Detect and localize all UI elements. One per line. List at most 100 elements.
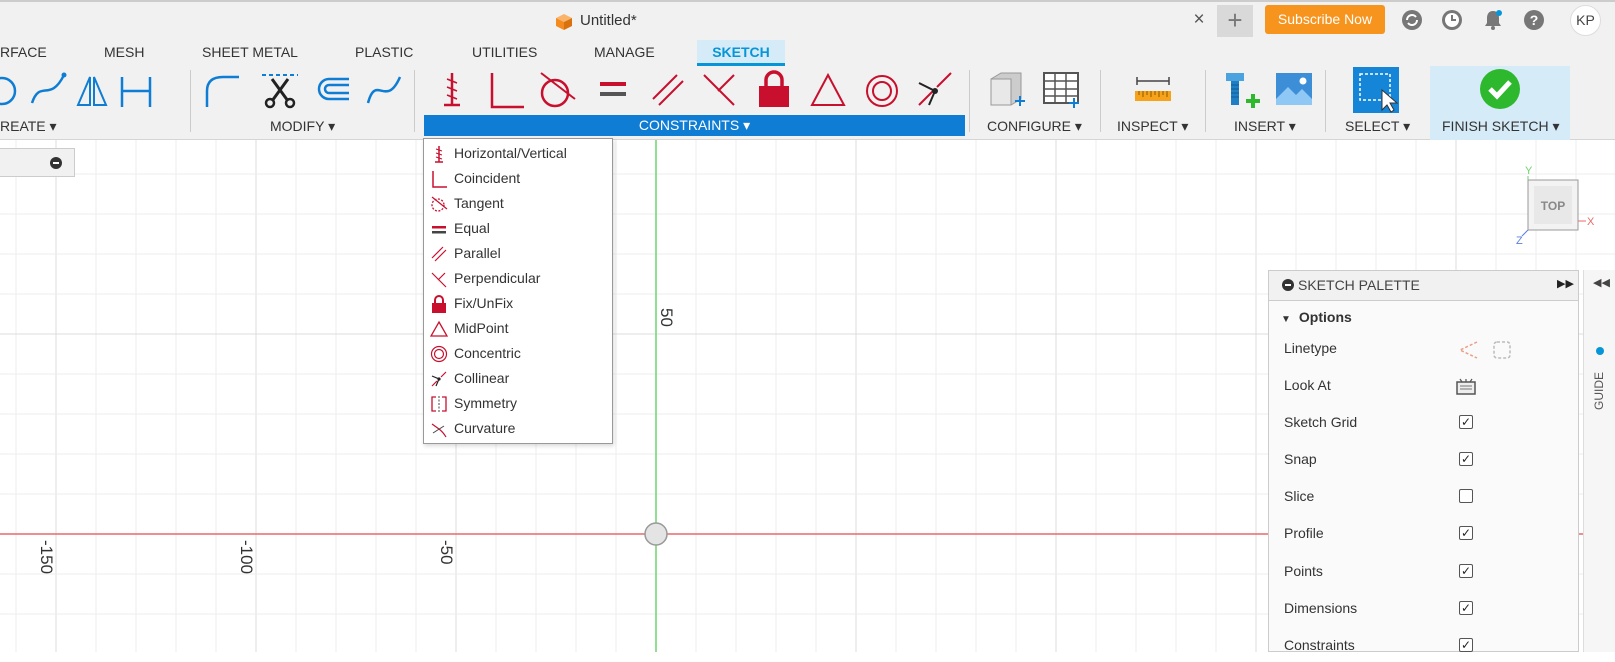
create-group-label[interactable]: REATE ▾	[0, 118, 57, 135]
menu-item-equal[interactable]: Equal	[424, 216, 612, 241]
view-cube[interactable]: Y TOP X Z	[1510, 162, 1605, 247]
guide-tab-label[interactable]: GUIDE	[1592, 372, 1606, 410]
new-tab-button[interactable]: +	[1217, 5, 1253, 37]
menu-item-concentric[interactable]: Concentric	[424, 341, 612, 366]
inspect-group-label[interactable]: INSPECT ▾	[1117, 118, 1188, 135]
sketch-palette-header[interactable]: SKETCH PALETTE ▶▶	[1269, 271, 1578, 301]
tab-sheet-metal[interactable]: SHEET METAL	[202, 44, 298, 60]
horizontal-vertical-icon[interactable]	[432, 69, 472, 109]
points-checkbox[interactable]: ✓	[1459, 564, 1473, 578]
trim-scissors-icon[interactable]	[260, 69, 300, 109]
dimension-tool-icon[interactable]	[116, 69, 156, 109]
option-label: Profile	[1284, 525, 1324, 541]
perpendicular-icon[interactable]	[700, 69, 740, 109]
option-label: Dimensions	[1284, 600, 1358, 616]
parallel-icon	[431, 246, 447, 262]
profile-checkbox[interactable]: ✓	[1459, 526, 1473, 540]
palette-expand-icon[interactable]: ▶▶	[1557, 277, 1574, 290]
select-group-label[interactable]: SELECT ▾	[1345, 118, 1410, 135]
collinear-icon[interactable]	[915, 69, 955, 109]
tab-manage[interactable]: MANAGE	[594, 44, 655, 60]
menu-item-label: Fix/UnFix	[454, 295, 514, 311]
notifications-bell-icon[interactable]	[1482, 9, 1504, 31]
ribbon-separator	[1325, 70, 1326, 132]
menu-item-curvature[interactable]: Curvature	[424, 416, 612, 441]
dimensions-checkbox[interactable]: ✓	[1459, 601, 1473, 615]
menu-item-parallel[interactable]: Parallel	[424, 241, 612, 266]
equal-icon[interactable]	[594, 69, 634, 109]
option-row-profile: Profile ✓	[1269, 518, 1578, 550]
help-icon[interactable]: ?	[1523, 9, 1545, 31]
configuration-table-icon[interactable]	[1041, 69, 1081, 109]
construction-linetype-icon[interactable]	[1457, 339, 1479, 361]
tab-utilities[interactable]: UTILITIES	[472, 44, 537, 60]
modify-group-label[interactable]: MODIFY ▾	[270, 118, 335, 135]
close-tab-icon[interactable]: ×	[1188, 9, 1210, 31]
concentric-icon[interactable]	[862, 69, 902, 109]
option-label: Snap	[1284, 451, 1317, 467]
finish-sketch-button[interactable]: FINISH SKETCH ▾	[1430, 66, 1570, 140]
ribbon-separator	[1205, 70, 1206, 132]
insert-canvas-image-icon[interactable]	[1274, 69, 1314, 109]
viewcube-face-label: TOP	[1541, 199, 1565, 213]
tab-sketch[interactable]: SKETCH	[697, 40, 785, 66]
axis-label-x-minus-50: -50	[437, 540, 456, 565]
menu-item-symmetry[interactable]: Symmetry	[424, 391, 612, 416]
sketch-grid-checkbox[interactable]: ✓	[1459, 415, 1473, 429]
constraints-group-button[interactable]: CONSTRAINTS ▾	[424, 115, 965, 136]
document-tab[interactable]: Untitled* ×	[0, 2, 1212, 40]
spline-tool-icon[interactable]	[28, 69, 68, 109]
configure-model-icon[interactable]	[987, 69, 1027, 109]
fillet-tool-icon[interactable]	[203, 69, 243, 109]
palette-minimize-icon[interactable]	[1282, 279, 1294, 291]
midpoint-icon[interactable]	[808, 69, 848, 109]
menu-item-label: Equal	[454, 220, 490, 236]
subscribe-button[interactable]: Subscribe Now	[1265, 5, 1385, 34]
constraints-checkbox[interactable]: ✓	[1459, 638, 1473, 652]
tab-mesh[interactable]: MESH	[104, 44, 144, 60]
window-select-icon[interactable]	[1352, 66, 1400, 114]
insert-group-label[interactable]: INSERT ▾	[1234, 118, 1296, 135]
menu-item-collinear[interactable]: Collinear	[424, 366, 612, 391]
option-row-slice: Slice	[1269, 481, 1578, 513]
user-avatar[interactable]: KP	[1570, 5, 1601, 36]
menu-item-label: Concentric	[454, 345, 521, 361]
snap-checkbox[interactable]: ✓	[1459, 452, 1473, 466]
clock-icon[interactable]	[1441, 9, 1463, 31]
parallel-icon[interactable]	[647, 69, 687, 109]
collapse-left-icon[interactable]: ◀◀	[1593, 276, 1610, 289]
option-row-dimensions: Dimensions ✓	[1269, 593, 1578, 625]
extend-curve-icon[interactable]	[364, 69, 404, 109]
option-row-look-at: Look At	[1269, 370, 1578, 402]
menu-item-tangent[interactable]: Tangent	[424, 191, 612, 216]
sync-icon[interactable]	[1401, 9, 1423, 31]
menu-item-perpendicular[interactable]: Perpendicular	[424, 266, 612, 291]
coincident-icon[interactable]	[486, 69, 526, 109]
origin-point[interactable]	[644, 522, 668, 546]
options-section-header[interactable]: ▼ Options	[1281, 309, 1352, 325]
fix-lock-icon[interactable]	[754, 69, 794, 109]
menu-item-midpoint[interactable]: MidPoint	[424, 316, 612, 341]
look-at-icon[interactable]	[1456, 378, 1476, 396]
slice-checkbox[interactable]	[1459, 489, 1473, 503]
menu-item-label: Parallel	[454, 245, 501, 261]
mirror-tool-icon[interactable]	[72, 69, 112, 109]
centerline-linetype-icon[interactable]	[1491, 339, 1513, 361]
option-label: Constraints	[1284, 637, 1355, 653]
tab-surface[interactable]: RFACE	[0, 44, 47, 60]
option-label: Points	[1284, 563, 1323, 579]
viewcube-y-label: Y	[1525, 165, 1533, 177]
browser-panel-collapsed[interactable]	[0, 148, 75, 177]
menu-item-fix-unfix[interactable]: Fix/UnFix	[424, 291, 612, 316]
insert-mcmaster-bolt-icon[interactable]	[1222, 69, 1262, 109]
tab-plastic[interactable]: PLASTIC	[355, 44, 413, 60]
tangent-icon[interactable]	[537, 69, 577, 109]
axis-label-y-50: 50	[657, 308, 676, 327]
offset-tool-icon[interactable]	[311, 69, 351, 109]
circle-tool-icon[interactable]	[0, 69, 22, 109]
menu-item-horizontal-vertical[interactable]: Horizontal/Vertical	[424, 141, 612, 166]
configure-group-label[interactable]: CONFIGURE ▾	[987, 118, 1082, 135]
viewcube-x-label: X	[1587, 216, 1595, 228]
menu-item-coincident[interactable]: Coincident	[424, 166, 612, 191]
measure-ruler-icon[interactable]	[1133, 69, 1173, 109]
